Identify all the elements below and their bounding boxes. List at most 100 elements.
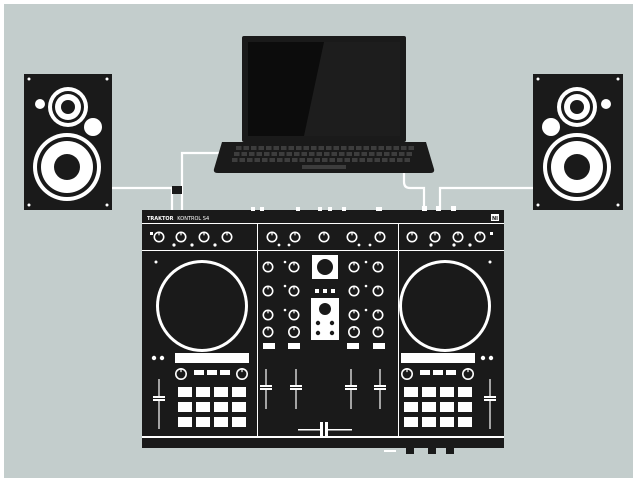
fx-button bbox=[190, 243, 194, 247]
keyboard-key bbox=[254, 158, 260, 162]
eq-knob[interactable] bbox=[262, 309, 274, 321]
shift-button[interactable] bbox=[490, 232, 493, 235]
eq-knob[interactable] bbox=[288, 309, 300, 321]
eq-knob[interactable] bbox=[372, 285, 384, 297]
left-deck-pad[interactable] bbox=[196, 417, 210, 427]
indicator-dot bbox=[357, 243, 361, 247]
right-deck-mode-button[interactable] bbox=[420, 370, 430, 375]
right-deck-pad[interactable] bbox=[404, 387, 418, 397]
cue-button[interactable] bbox=[373, 343, 385, 349]
cue-button[interactable] bbox=[263, 343, 275, 349]
sync-button bbox=[480, 355, 486, 361]
right-deck-pad[interactable] bbox=[404, 402, 418, 412]
left-deck-pad[interactable] bbox=[178, 417, 192, 427]
left-deck-pad[interactable] bbox=[232, 417, 246, 427]
left-deck-mode-button[interactable] bbox=[207, 370, 217, 375]
speaker-screw bbox=[105, 77, 109, 81]
left-speaker bbox=[24, 74, 112, 210]
right-deck-pad[interactable] bbox=[404, 417, 418, 427]
keyboard-key bbox=[247, 158, 253, 162]
eq-knob[interactable] bbox=[262, 285, 274, 297]
eq-knob[interactable] bbox=[372, 309, 384, 321]
fx-knob[interactable] bbox=[452, 231, 464, 243]
left-deck-pad[interactable] bbox=[196, 387, 210, 397]
filter-knob[interactable] bbox=[262, 326, 274, 338]
right-deck-mode-button[interactable] bbox=[446, 370, 456, 375]
eq-knob[interactable] bbox=[348, 261, 360, 273]
left-deck-pad[interactable] bbox=[214, 402, 228, 412]
right-deck-loop-knob[interactable] bbox=[462, 368, 474, 380]
keyboard-key bbox=[339, 152, 345, 156]
right-deck-pad[interactable] bbox=[458, 402, 472, 412]
fx-knob[interactable] bbox=[175, 231, 187, 243]
keyboard-key bbox=[369, 152, 375, 156]
fx-knob[interactable] bbox=[221, 231, 233, 243]
eq-knob[interactable] bbox=[288, 261, 300, 273]
keyboard-key bbox=[309, 152, 315, 156]
left-deck-pad[interactable] bbox=[214, 417, 228, 427]
left-deck-mode-button[interactable] bbox=[220, 370, 230, 375]
eq-knob[interactable] bbox=[348, 285, 360, 297]
left-deck-loop-knob[interactable] bbox=[175, 368, 187, 380]
fx-button bbox=[468, 243, 472, 247]
right-deck-pad[interactable] bbox=[440, 402, 454, 412]
keyboard-key bbox=[236, 146, 242, 150]
fx-knob[interactable] bbox=[474, 231, 486, 243]
left-deck-mode-button[interactable] bbox=[194, 370, 204, 375]
mixer-browse-knob[interactable] bbox=[312, 255, 338, 279]
gain-knob[interactable] bbox=[346, 231, 358, 243]
speaker-screw bbox=[616, 77, 620, 81]
fx-knob[interactable] bbox=[429, 231, 441, 243]
dj-controller: TRAKTOR KONTROL S4 NI bbox=[142, 206, 504, 454]
shift-button[interactable] bbox=[150, 232, 153, 235]
cue-button[interactable] bbox=[288, 343, 300, 349]
keyboard-key bbox=[258, 146, 264, 150]
right-deck-pad[interactable] bbox=[422, 387, 436, 397]
keyboard-key bbox=[318, 146, 324, 150]
right-jog-wheel[interactable] bbox=[399, 260, 491, 352]
fx-knob[interactable] bbox=[198, 231, 210, 243]
gain-knob[interactable] bbox=[374, 231, 386, 243]
eq-knob[interactable] bbox=[262, 261, 274, 273]
led bbox=[283, 284, 287, 288]
right-deck-pad[interactable] bbox=[422, 417, 436, 427]
right-deck-pad[interactable] bbox=[458, 417, 472, 427]
left-deck-pad[interactable] bbox=[232, 387, 246, 397]
section-divider bbox=[257, 224, 258, 436]
keyboard-key bbox=[337, 158, 343, 162]
left-deck-pad[interactable] bbox=[196, 402, 210, 412]
keyboard-key bbox=[249, 152, 255, 156]
right-deck-pad[interactable] bbox=[422, 402, 436, 412]
gain-knob[interactable] bbox=[318, 231, 330, 243]
filter-knob[interactable] bbox=[348, 326, 360, 338]
filter-knob[interactable] bbox=[372, 326, 384, 338]
right-deck-mode-button[interactable] bbox=[433, 370, 443, 375]
fx-knob[interactable] bbox=[153, 231, 165, 243]
left-deck-pad[interactable] bbox=[178, 402, 192, 412]
gain-knob[interactable] bbox=[289, 231, 301, 243]
left-deck-pad[interactable] bbox=[214, 387, 228, 397]
keyboard-key bbox=[286, 152, 292, 156]
eq-knob[interactable] bbox=[288, 285, 300, 297]
filter-knob[interactable] bbox=[288, 326, 300, 338]
cue-button[interactable] bbox=[347, 343, 359, 349]
gain-knob[interactable] bbox=[266, 231, 278, 243]
right-deck-pad[interactable] bbox=[458, 387, 472, 397]
keyboard-key bbox=[374, 158, 380, 162]
right-deck-pad[interactable] bbox=[440, 417, 454, 427]
keyboard-key bbox=[251, 146, 257, 150]
laptop-icon bbox=[213, 36, 435, 173]
section-divider bbox=[398, 224, 399, 436]
left-deck-loop-knob[interactable] bbox=[236, 368, 248, 380]
keyboard-key bbox=[341, 146, 347, 150]
dj-setup-drawing: TRAKTOR KONTROL S4 NI bbox=[24, 36, 623, 454]
fx-knob[interactable] bbox=[406, 231, 418, 243]
left-jog-wheel[interactable] bbox=[156, 260, 248, 352]
left-deck-pad[interactable] bbox=[232, 402, 246, 412]
right-deck-pad[interactable] bbox=[440, 387, 454, 397]
keyboard-key bbox=[408, 146, 414, 150]
left-deck-pad[interactable] bbox=[178, 387, 192, 397]
right-deck-loop-knob[interactable] bbox=[401, 368, 413, 380]
eq-knob[interactable] bbox=[372, 261, 384, 273]
eq-knob[interactable] bbox=[348, 309, 360, 321]
